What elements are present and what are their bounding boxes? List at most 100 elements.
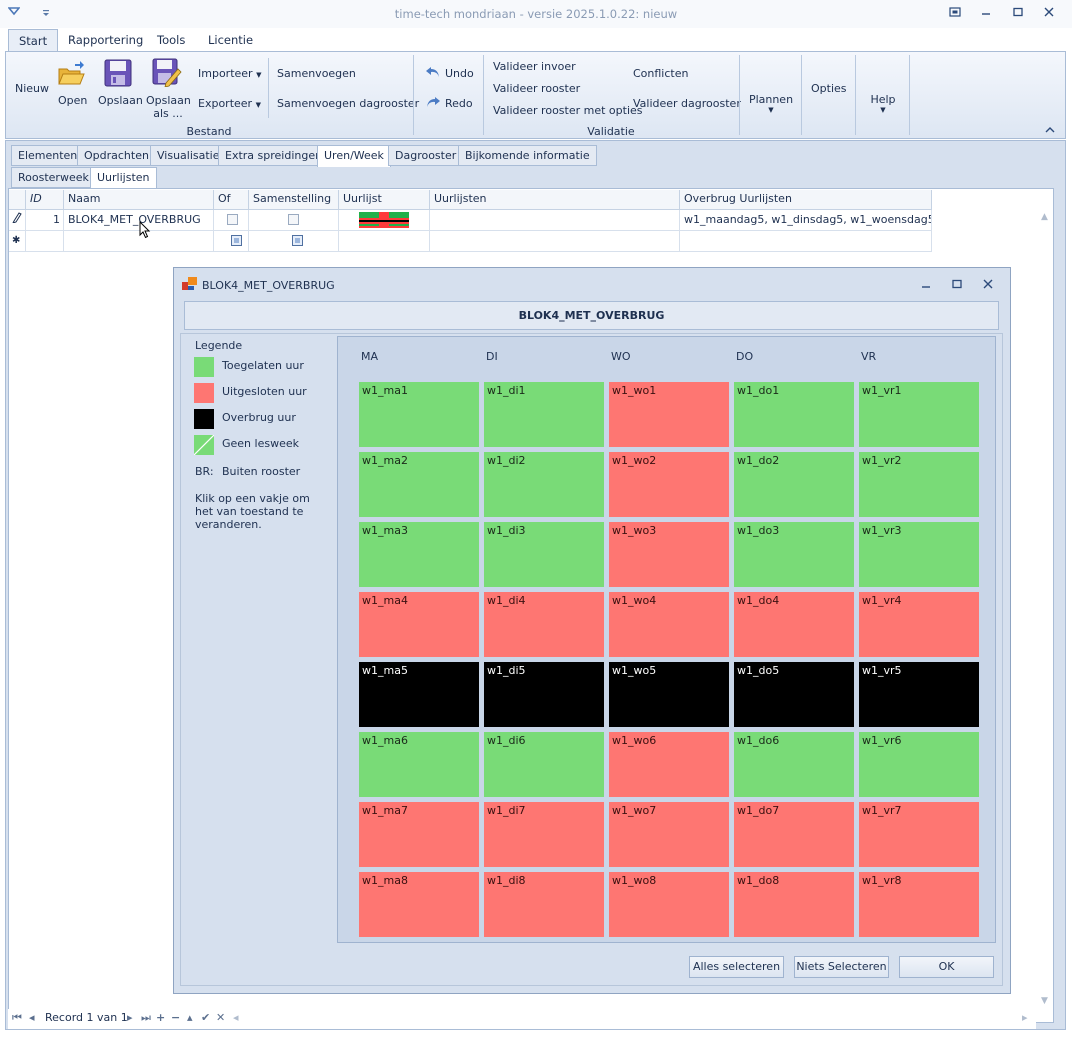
hour-cell[interactable]: w1_vr1 bbox=[859, 382, 979, 447]
samenvoegen-button[interactable]: Samenvoegen bbox=[277, 67, 356, 80]
new-row-cell-id[interactable] bbox=[26, 231, 64, 252]
undo-icon[interactable] bbox=[425, 66, 441, 81]
hour-cell[interactable]: w1_vr3 bbox=[859, 522, 979, 587]
dialog-minimize-icon[interactable] bbox=[913, 276, 939, 296]
valideer-dagrooster-button[interactable]: Valideer dagrooster bbox=[633, 97, 741, 110]
hour-cell[interactable]: w1_di2 bbox=[484, 452, 604, 517]
valideer-rooster-opties-button[interactable]: Valideer rooster met opties bbox=[493, 104, 643, 117]
cell-id[interactable]: 1 bbox=[26, 210, 64, 231]
alles-selecteren-button[interactable]: Alles selecteren bbox=[689, 956, 784, 978]
nieuw-button[interactable]: Nieuw bbox=[15, 82, 49, 95]
hour-cell[interactable]: w1_di5 bbox=[484, 662, 604, 727]
ribbon-tab-tools[interactable]: Tools bbox=[147, 29, 195, 51]
redo-icon[interactable] bbox=[425, 96, 441, 111]
hour-cell[interactable]: w1_vr6 bbox=[859, 732, 979, 797]
hour-cell[interactable]: w1_do5 bbox=[734, 662, 854, 727]
hour-cell[interactable]: w1_di6 bbox=[484, 732, 604, 797]
hour-cell[interactable]: w1_ma1 bbox=[359, 382, 479, 447]
column-header-naam[interactable]: Naam bbox=[64, 190, 214, 210]
hour-cell[interactable]: w1_wo8 bbox=[609, 872, 729, 937]
hour-cell[interactable]: w1_ma3 bbox=[359, 522, 479, 587]
column-header-of[interactable]: Of bbox=[214, 190, 249, 210]
tab-roosterweek[interactable]: Roosterweek bbox=[11, 167, 96, 188]
help-button[interactable]: Help ▼ bbox=[862, 93, 904, 114]
samenstelling-checkbox[interactable] bbox=[292, 235, 303, 246]
edit-record-icon[interactable]: ▴ bbox=[187, 1011, 193, 1024]
of-checkbox[interactable] bbox=[231, 235, 242, 246]
minimize-icon[interactable] bbox=[973, 4, 999, 24]
hour-cell[interactable]: w1_do8 bbox=[734, 872, 854, 937]
of-checkbox[interactable] bbox=[227, 214, 238, 225]
ribbon-tab-rapportering[interactable]: Rapportering bbox=[58, 29, 153, 51]
close-icon[interactable] bbox=[1036, 4, 1062, 24]
cancel-record-icon[interactable]: ✕ bbox=[216, 1011, 225, 1024]
hour-cell[interactable]: w1_vr2 bbox=[859, 452, 979, 517]
tab-bijkomende-informatie[interactable]: Bijkomende informatie bbox=[458, 145, 597, 166]
ribbon-tab-start[interactable]: Start bbox=[8, 29, 59, 52]
samenvoegen-dagrooster-button[interactable]: Samenvoegen dagrooster bbox=[277, 97, 419, 110]
new-row-cell-overbrug[interactable] bbox=[680, 231, 932, 252]
column-header-uurlijst[interactable]: Uurlijst bbox=[339, 190, 430, 210]
save-disk-icon[interactable] bbox=[103, 58, 133, 88]
hour-cell[interactable]: w1_do1 bbox=[734, 382, 854, 447]
opties-button[interactable]: Opties bbox=[811, 82, 847, 95]
redo-button[interactable]: Redo bbox=[445, 97, 473, 110]
cell-samenstelling[interactable] bbox=[249, 210, 339, 231]
save-as-icon[interactable] bbox=[152, 57, 182, 88]
hour-cell[interactable]: w1_di1 bbox=[484, 382, 604, 447]
column-header-id[interactable]: ID bbox=[26, 190, 64, 210]
vertical-scrollbar[interactable]: ▲ ▼ bbox=[1036, 210, 1053, 1010]
ok-button[interactable]: OK bbox=[899, 956, 994, 978]
column-header-overbrug-uurlijsten[interactable]: Overbrug Uurlijsten bbox=[680, 190, 932, 210]
opslaan-als-label-2[interactable]: als ... bbox=[146, 107, 190, 120]
tab-dagrooster[interactable]: Dagrooster bbox=[388, 145, 464, 166]
hour-cell[interactable]: w1_do2 bbox=[734, 452, 854, 517]
hour-cell[interactable]: w1_di3 bbox=[484, 522, 604, 587]
next-record-icon[interactable]: ▸ bbox=[127, 1011, 133, 1024]
valideer-rooster-button[interactable]: Valideer rooster bbox=[493, 82, 580, 95]
column-header-samenstelling[interactable]: Samenstelling bbox=[249, 190, 339, 210]
maximize-icon[interactable] bbox=[1005, 4, 1031, 24]
hour-cell[interactable]: w1_di4 bbox=[484, 592, 604, 657]
hour-cell[interactable]: w1_ma8 bbox=[359, 872, 479, 937]
hour-cell[interactable]: w1_vr8 bbox=[859, 872, 979, 937]
hour-cell[interactable]: w1_di7 bbox=[484, 802, 604, 867]
hour-cell[interactable]: w1_ma6 bbox=[359, 732, 479, 797]
dialog-maximize-icon[interactable] bbox=[944, 276, 970, 296]
conflicten-button[interactable]: Conflicten bbox=[633, 67, 688, 80]
hour-cell[interactable]: w1_vr5 bbox=[859, 662, 979, 727]
dialog-close-icon[interactable] bbox=[975, 276, 1001, 296]
cell-overbrug-uurlijsten[interactable]: w1_maandag5, w1_dinsdag5, w1_woensdag5, … bbox=[680, 210, 932, 231]
hour-cell[interactable]: w1_wo5 bbox=[609, 662, 729, 727]
open-folder-icon[interactable] bbox=[56, 60, 86, 90]
hour-cell[interactable]: w1_ma5 bbox=[359, 662, 479, 727]
tab-elementen[interactable]: Elementen bbox=[11, 145, 85, 166]
importeer-button[interactable]: Importeer ▼ bbox=[198, 67, 261, 80]
samenstelling-checkbox[interactable] bbox=[288, 214, 299, 225]
open-button[interactable]: Open bbox=[58, 94, 87, 107]
hour-cell[interactable]: w1_wo7 bbox=[609, 802, 729, 867]
save-record-icon[interactable]: ✔ bbox=[201, 1011, 210, 1024]
hour-cell[interactable]: w1_ma7 bbox=[359, 802, 479, 867]
cell-of[interactable] bbox=[214, 210, 249, 231]
cell-uurlijsten[interactable] bbox=[430, 210, 680, 231]
cell-uurlijst[interactable] bbox=[339, 210, 430, 231]
scroll-left-icon[interactable]: ◂ bbox=[233, 1011, 239, 1024]
hour-cell[interactable]: w1_vr4 bbox=[859, 592, 979, 657]
tab-uren-week[interactable]: Uren/Week bbox=[317, 145, 391, 167]
tab-visualisatie[interactable]: Visualisatie bbox=[150, 145, 227, 166]
scroll-up-icon[interactable]: ▲ bbox=[1036, 212, 1053, 222]
new-row-cell-of[interactable] bbox=[214, 231, 249, 252]
hour-cell[interactable]: w1_vr7 bbox=[859, 802, 979, 867]
hour-cell[interactable]: w1_wo4 bbox=[609, 592, 729, 657]
delete-record-icon[interactable]: − bbox=[171, 1011, 180, 1024]
new-row-cell-uurlijsten[interactable] bbox=[430, 231, 680, 252]
opslaan-button[interactable]: Opslaan bbox=[98, 94, 143, 107]
plannen-button[interactable]: Plannen ▼ bbox=[745, 93, 797, 114]
hour-cell[interactable]: w1_ma2 bbox=[359, 452, 479, 517]
hour-cell[interactable]: w1_ma4 bbox=[359, 592, 479, 657]
hour-cell[interactable]: w1_do6 bbox=[734, 732, 854, 797]
hour-cell[interactable]: w1_wo3 bbox=[609, 522, 729, 587]
previous-record-icon[interactable]: ◂ bbox=[29, 1011, 35, 1024]
collapse-ribbon-icon[interactable] bbox=[1045, 124, 1055, 137]
